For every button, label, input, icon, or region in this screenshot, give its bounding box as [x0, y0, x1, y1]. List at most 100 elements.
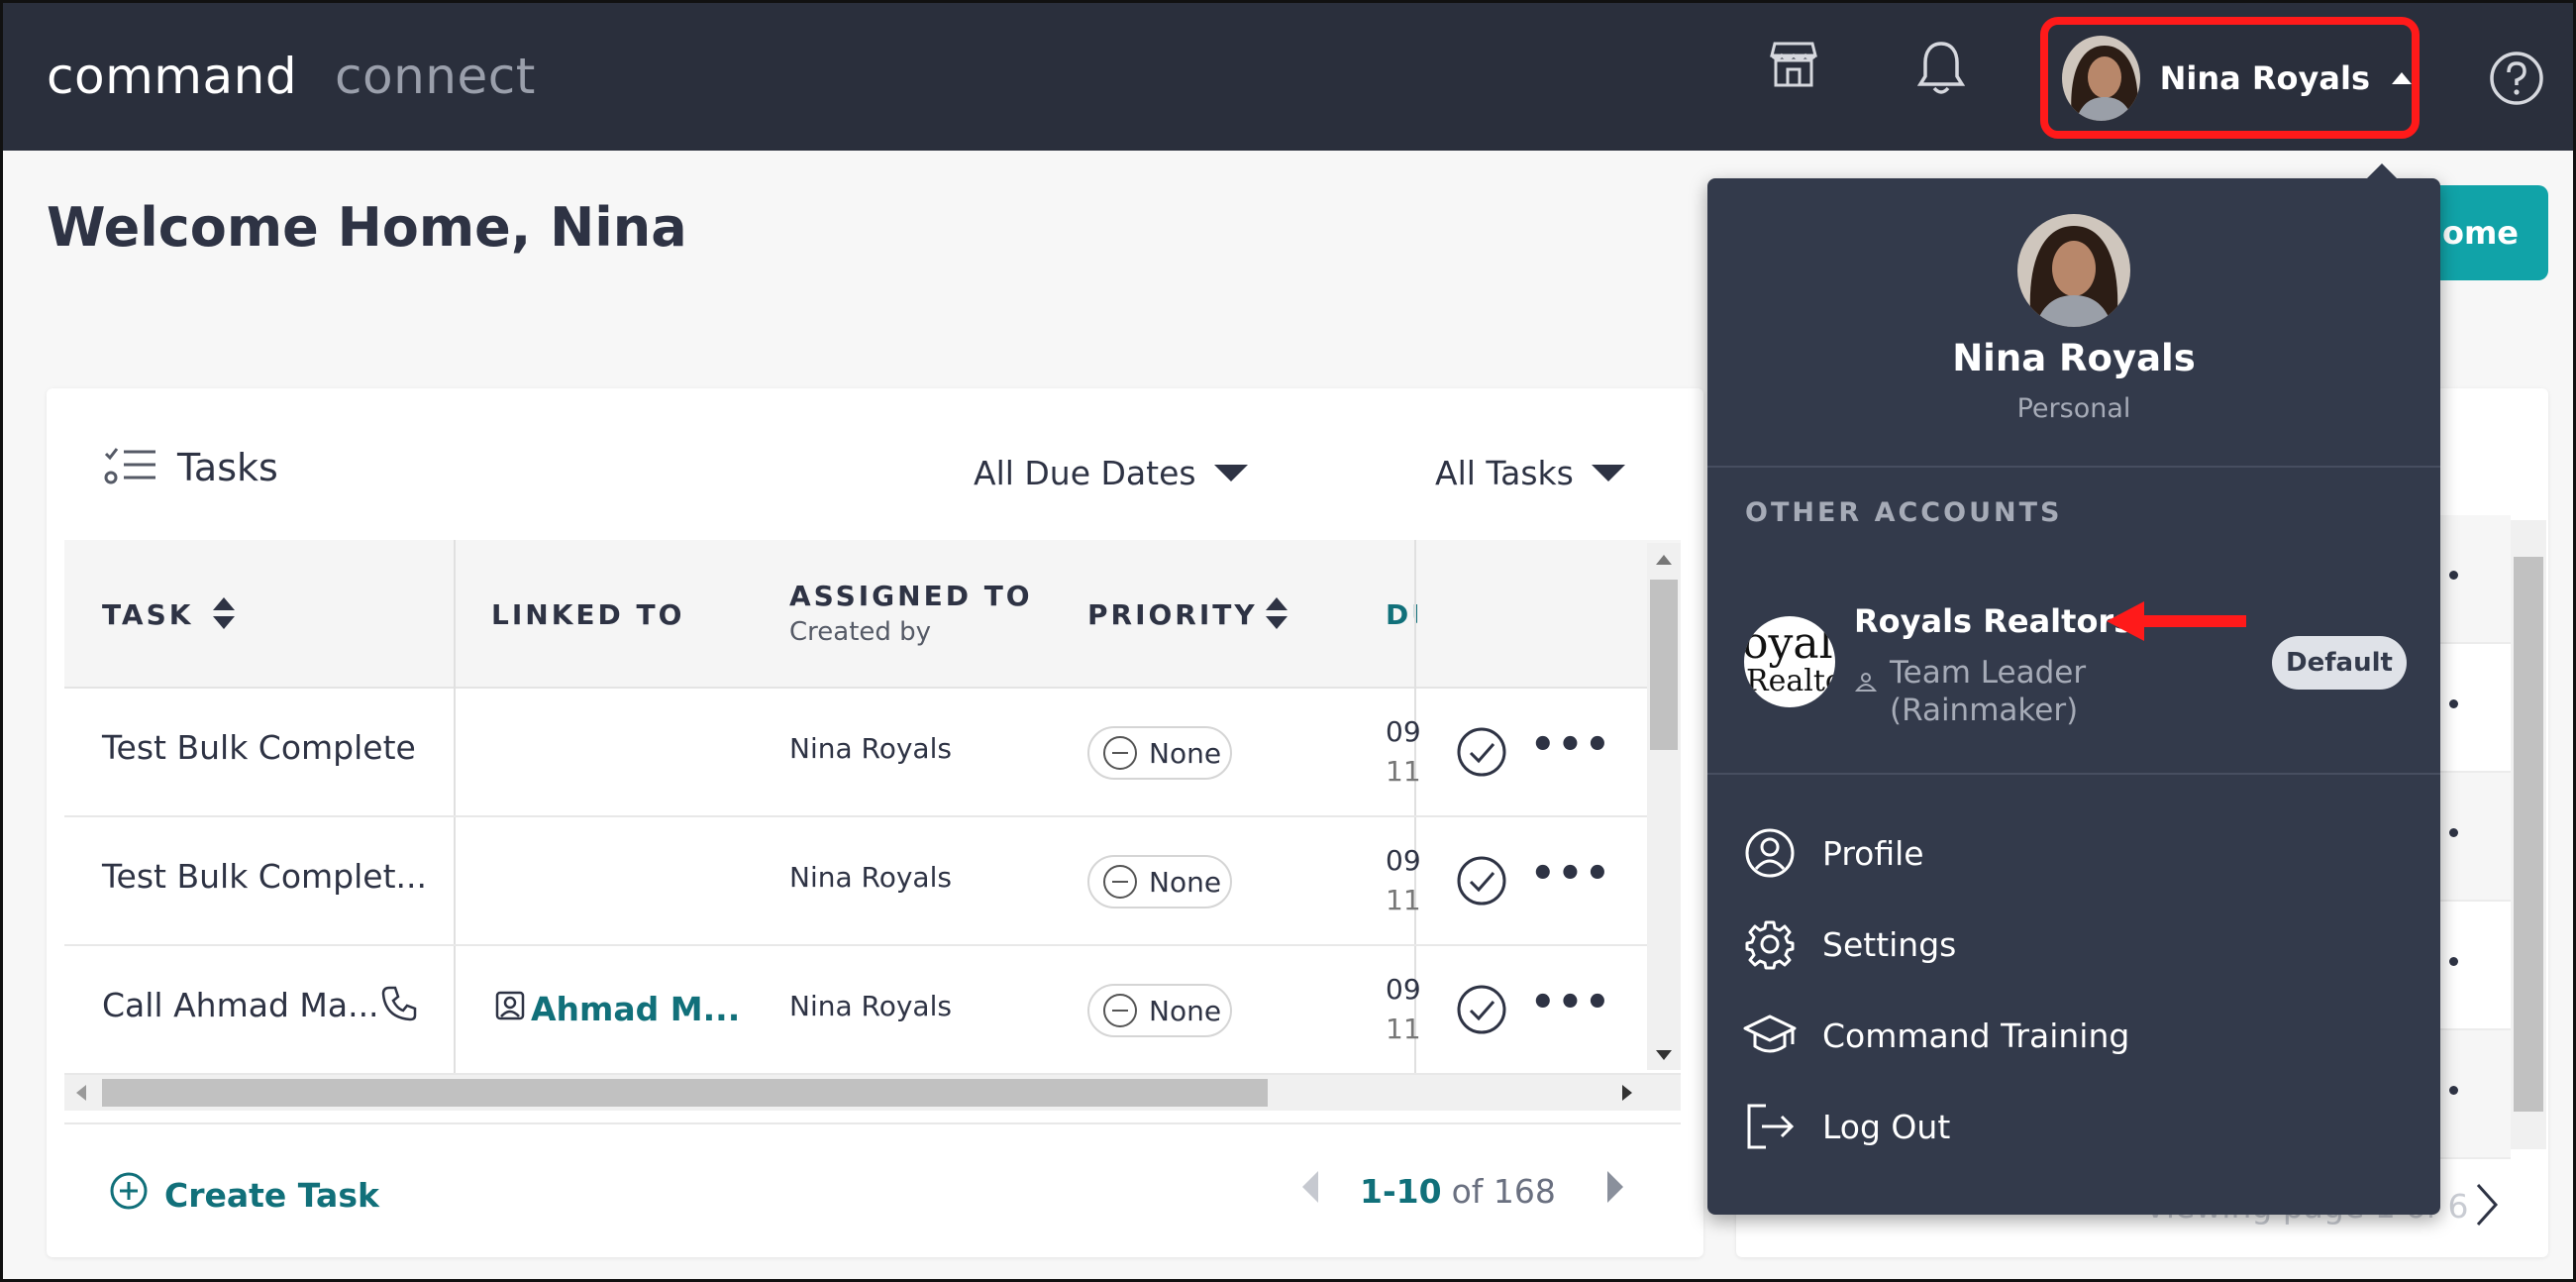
assigned-to: Nina Royals — [789, 732, 952, 765]
more-dot-icon[interactable] — [2449, 699, 2458, 708]
minus-circle-icon — [1103, 736, 1137, 770]
create-task-button[interactable]: Create Task — [109, 1171, 379, 1219]
scroll-down-arrow-icon[interactable] — [1656, 1050, 1672, 1060]
page-total: of 168 — [1451, 1171, 1556, 1211]
bell-icon[interactable] — [1916, 40, 1966, 101]
help-icon[interactable] — [2489, 51, 2544, 110]
card-divider — [64, 1122, 1681, 1124]
due-time-line: 11 — [1386, 1013, 1421, 1045]
table-row[interactable]: Call Ahmad Ma... Ahmad M... Nina Royals … — [64, 946, 1681, 1075]
due-date-filter[interactable]: All Due Dates — [974, 454, 1248, 492]
caret-down-icon — [1591, 465, 1625, 481]
pagination: 1-10 of 168 — [1300, 1169, 1625, 1213]
complete-check-icon[interactable] — [1456, 726, 1507, 782]
sort-icon[interactable] — [211, 595, 237, 635]
more-dot-icon[interactable] — [2449, 571, 2458, 580]
graduation-cap-icon — [1743, 1009, 1797, 1062]
more-options-icon[interactable]: ••• — [1530, 980, 1612, 1025]
task-scope-filter[interactable]: All Tasks — [1435, 454, 1625, 492]
column-linked-to: LINKED TO — [491, 598, 685, 631]
divider — [1707, 773, 2440, 775]
avatar — [2062, 35, 2140, 121]
table-row[interactable]: Test Bulk Complet... Nina Royals None 09… — [64, 817, 1681, 946]
top-nav: command connect Nina Royals — [0, 0, 2576, 151]
scroll-left-arrow-icon[interactable] — [76, 1085, 86, 1101]
assigned-to: Nina Royals — [789, 990, 952, 1022]
storefront-icon[interactable] — [1769, 40, 1818, 93]
user-menu-trigger[interactable]: Nina Royals — [2040, 17, 2420, 139]
account-logo-text: Realto — [1746, 664, 1835, 698]
column-due[interactable]: DU — [1386, 598, 1417, 631]
column-priority[interactable]: PRIORITY — [1087, 598, 1258, 631]
table-horizontal-scrollbar-thumb[interactable] — [102, 1079, 1268, 1107]
scroll-up-arrow-icon[interactable] — [1656, 555, 1672, 565]
menu-item-command-training[interactable]: Command Training — [1743, 1009, 2129, 1062]
scroll-right-arrow-icon[interactable] — [1622, 1085, 1632, 1101]
dropdown-user-name: Nina Royals — [1952, 337, 2196, 379]
due-date-line: 09 — [1386, 715, 1421, 748]
task-list-icon — [104, 446, 157, 489]
menu-item-label: Command Training — [1822, 1015, 2130, 1055]
user-dropdown-menu: Nina Royals Personal OTHER ACCOUNTS oyal… — [1707, 178, 2440, 1215]
account-logo: oyal Realto — [1744, 616, 1835, 707]
sort-icon[interactable] — [1264, 595, 1289, 635]
account-role: Team Leader (Rainmaker) — [1854, 654, 2086, 729]
due-date-line: 09 — [1386, 844, 1421, 877]
page-range: 1-10 — [1360, 1171, 1442, 1211]
column-created-by: Created by — [789, 617, 932, 647]
due-time-line: 11 — [1386, 884, 1421, 916]
red-arrow-annotation — [2105, 598, 2248, 648]
brand-connect-tab[interactable]: connect — [335, 48, 536, 105]
secondary-scrollbar-thumb[interactable] — [2514, 557, 2543, 1112]
more-dot-icon[interactable] — [2449, 957, 2458, 966]
complete-check-icon[interactable] — [1456, 984, 1507, 1039]
tasks-title: Tasks — [177, 446, 278, 489]
caret-up-icon — [2392, 71, 2412, 84]
due-time-line: 11 — [1386, 755, 1421, 788]
tasks-table: TASK LINKED TO ASSIGNED TO Created by PR… — [64, 540, 1681, 1075]
menu-item-profile[interactable]: Profile — [1743, 826, 1924, 880]
default-badge: Default — [2272, 636, 2407, 690]
more-dot-icon[interactable] — [2449, 828, 2458, 837]
table-vertical-scrollbar-thumb[interactable] — [1650, 580, 1678, 750]
tasks-header: Tasks — [104, 446, 278, 489]
task-name[interactable]: Test Bulk Complet... — [102, 857, 427, 896]
user-circle-icon — [1743, 826, 1797, 880]
phone-icon — [379, 984, 419, 1027]
menu-item-settings[interactable]: Settings — [1743, 917, 1956, 971]
more-options-icon[interactable]: ••• — [1530, 722, 1612, 768]
create-task-label: Create Task — [164, 1175, 379, 1215]
column-assigned-to: ASSIGNED TO — [789, 580, 1033, 612]
priority-badge[interactable]: None — [1087, 855, 1232, 908]
menu-item-label: Settings — [1822, 924, 1957, 964]
more-dot-icon[interactable] — [2449, 1086, 2458, 1095]
brand-command-tab[interactable]: command — [47, 48, 297, 105]
logout-icon — [1743, 1100, 1797, 1153]
linked-contact[interactable]: Ahmad M... — [495, 990, 740, 1028]
user-name: Nina Royals — [2159, 58, 2370, 97]
next-page-icon[interactable] — [1605, 1169, 1625, 1213]
account-role-line: (Rainmaker) — [1890, 693, 2079, 728]
priority-badge[interactable]: None — [1087, 984, 1232, 1037]
more-options-icon[interactable]: ••• — [1530, 851, 1612, 897]
account-type: Personal — [2016, 393, 2131, 424]
prev-page-icon[interactable] — [1300, 1169, 1320, 1213]
task-name[interactable]: Call Ahmad Ma... — [102, 986, 379, 1024]
linked-contact-name[interactable]: Ahmad M... — [531, 990, 740, 1028]
column-task[interactable]: TASK — [102, 598, 193, 631]
menu-item-log-out[interactable]: Log Out — [1743, 1100, 1950, 1153]
table-row[interactable]: Test Bulk Complete Nina Royals None 09 1… — [64, 689, 1681, 817]
complete-check-icon[interactable] — [1456, 855, 1507, 910]
minus-circle-icon — [1103, 865, 1137, 899]
page-title: Welcome Home, Nina — [47, 196, 687, 259]
table-header: TASK LINKED TO ASSIGNED TO Created by PR… — [64, 540, 1681, 689]
avatar — [2017, 214, 2130, 327]
task-name[interactable]: Test Bulk Complete — [102, 728, 416, 767]
account-role-line: Team Leader — [1890, 655, 2087, 691]
minus-circle-icon — [1103, 994, 1137, 1027]
priority-badge[interactable]: None — [1087, 726, 1232, 780]
account-logo-text: oyal — [1744, 618, 1833, 669]
due-date: 09 11 — [1386, 970, 1425, 1049]
chevron-right-icon[interactable] — [2473, 1181, 2501, 1232]
due-date: 09 11 — [1386, 841, 1425, 920]
